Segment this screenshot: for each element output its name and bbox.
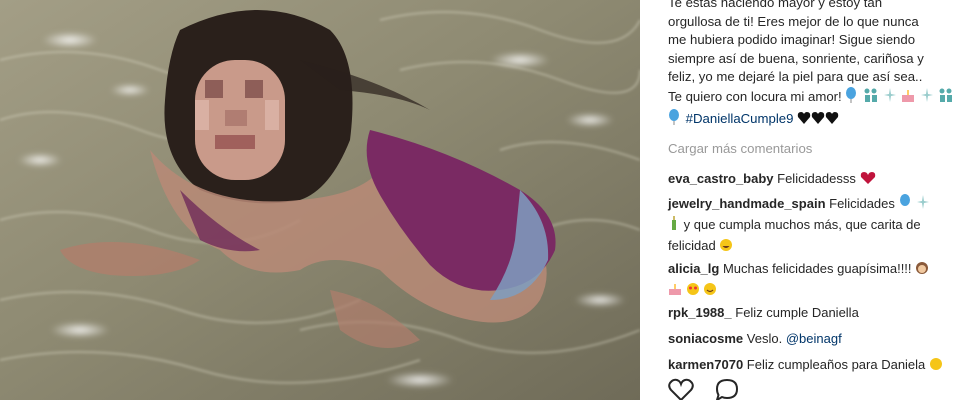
comment-item: jewelry_handmade_spain Felicidades y que…	[668, 194, 978, 257]
red-heart-icon	[860, 171, 876, 190]
family-emoji-icon	[863, 87, 879, 109]
comment-text: Felicidadesss	[777, 171, 856, 186]
action-bar	[668, 378, 756, 400]
comment-bubble-icon[interactable]	[714, 378, 740, 400]
comment-item: eva_castro_baby Felicidadesss	[668, 169, 978, 190]
comment-username[interactable]: jewelry_handmade_spain	[668, 196, 826, 211]
comment-text: Felicidades	[829, 196, 895, 211]
caption-line: feliz, yo me dejaré la piel para que así…	[668, 69, 923, 85]
champagne-emoji-icon	[668, 215, 680, 236]
caption-line: Te quiero con locura mi amor!	[668, 86, 968, 109]
caption-line: #DaniellaCumple9	[668, 108, 968, 131]
instagram-post: Te estás haciendo mayor y estoy tan orgu…	[0, 0, 980, 400]
caption-line: orgullosa de ti! Eres mejor de lo que nu…	[668, 13, 919, 29]
balloon-emoji-icon	[899, 194, 913, 215]
family-emoji-icon	[938, 87, 954, 109]
balloon-emoji-icon	[668, 108, 682, 131]
comment-username[interactable]: karmen7070	[668, 357, 743, 372]
woman-emoji-icon	[915, 261, 929, 280]
comment-item: alicia_lg Muchas felicidades guapísima!!…	[668, 259, 978, 301]
comment-text: Feliz cumple Daniella	[735, 305, 859, 320]
smile-emoji-icon	[703, 282, 717, 301]
comment-text: Feliz cumpleaños para Daniela	[746, 357, 926, 372]
pixelated-face	[195, 60, 285, 180]
sparkle-emoji-icon	[920, 87, 934, 109]
caption-text: Te quiero con locura mi amor!	[668, 88, 842, 104]
heart-eyes-emoji-icon	[686, 282, 700, 301]
hashtag-link[interactable]: #DaniellaCumple9	[686, 111, 794, 126]
comment-username[interactable]: eva_castro_baby	[668, 171, 774, 186]
sparkle-emoji-icon	[916, 194, 930, 215]
comment-username[interactable]: soniacosme	[668, 331, 743, 346]
comment-text-line: felicidad	[668, 238, 716, 253]
comment-text: Veslo.	[746, 331, 783, 346]
heart-outline-icon[interactable]	[668, 378, 694, 400]
black-heart-icon	[797, 111, 839, 131]
balloon-emoji-icon	[845, 86, 859, 109]
comment-item: soniacosme Veslo. @beinagf	[668, 329, 978, 348]
laughing-emoji-icon	[719, 238, 733, 257]
post-caption: Te estás haciendo mayor y estoy tan orgu…	[668, 0, 968, 130]
cake-emoji-icon	[668, 282, 682, 301]
sparkle-emoji-icon	[883, 87, 897, 109]
comment-text: Muchas felicidades guapísima!!!!	[722, 261, 912, 276]
comment-text-line: y que cumpla muchos más, que carita de	[683, 217, 921, 232]
caption-line: Te estás haciendo mayor y estoy tan	[668, 0, 883, 10]
water-photo-image	[0, 0, 640, 400]
post-photo[interactable]	[0, 0, 640, 400]
mention-link[interactable]: @beinagf	[786, 331, 842, 346]
comment-username[interactable]: rpk_1988_	[668, 305, 732, 320]
comment-item: rpk_1988_ Feliz cumple Daniella	[668, 303, 978, 322]
cake-emoji-icon	[900, 87, 916, 109]
comment-item: karmen7070 Feliz cumpleaños para Daniela	[668, 355, 978, 376]
caption-line: me hubiera podido imaginar! Sigue siendo	[668, 32, 916, 48]
comments-panel: Te estás haciendo mayor y estoy tan orgu…	[640, 0, 980, 400]
emoji-icon	[929, 357, 943, 376]
comment-username[interactable]: alicia_lg	[668, 261, 719, 276]
load-more-comments-button[interactable]: Cargar más comentarios	[668, 141, 812, 156]
caption-line: siempre así de buena, sonriente, cariños…	[668, 50, 924, 66]
